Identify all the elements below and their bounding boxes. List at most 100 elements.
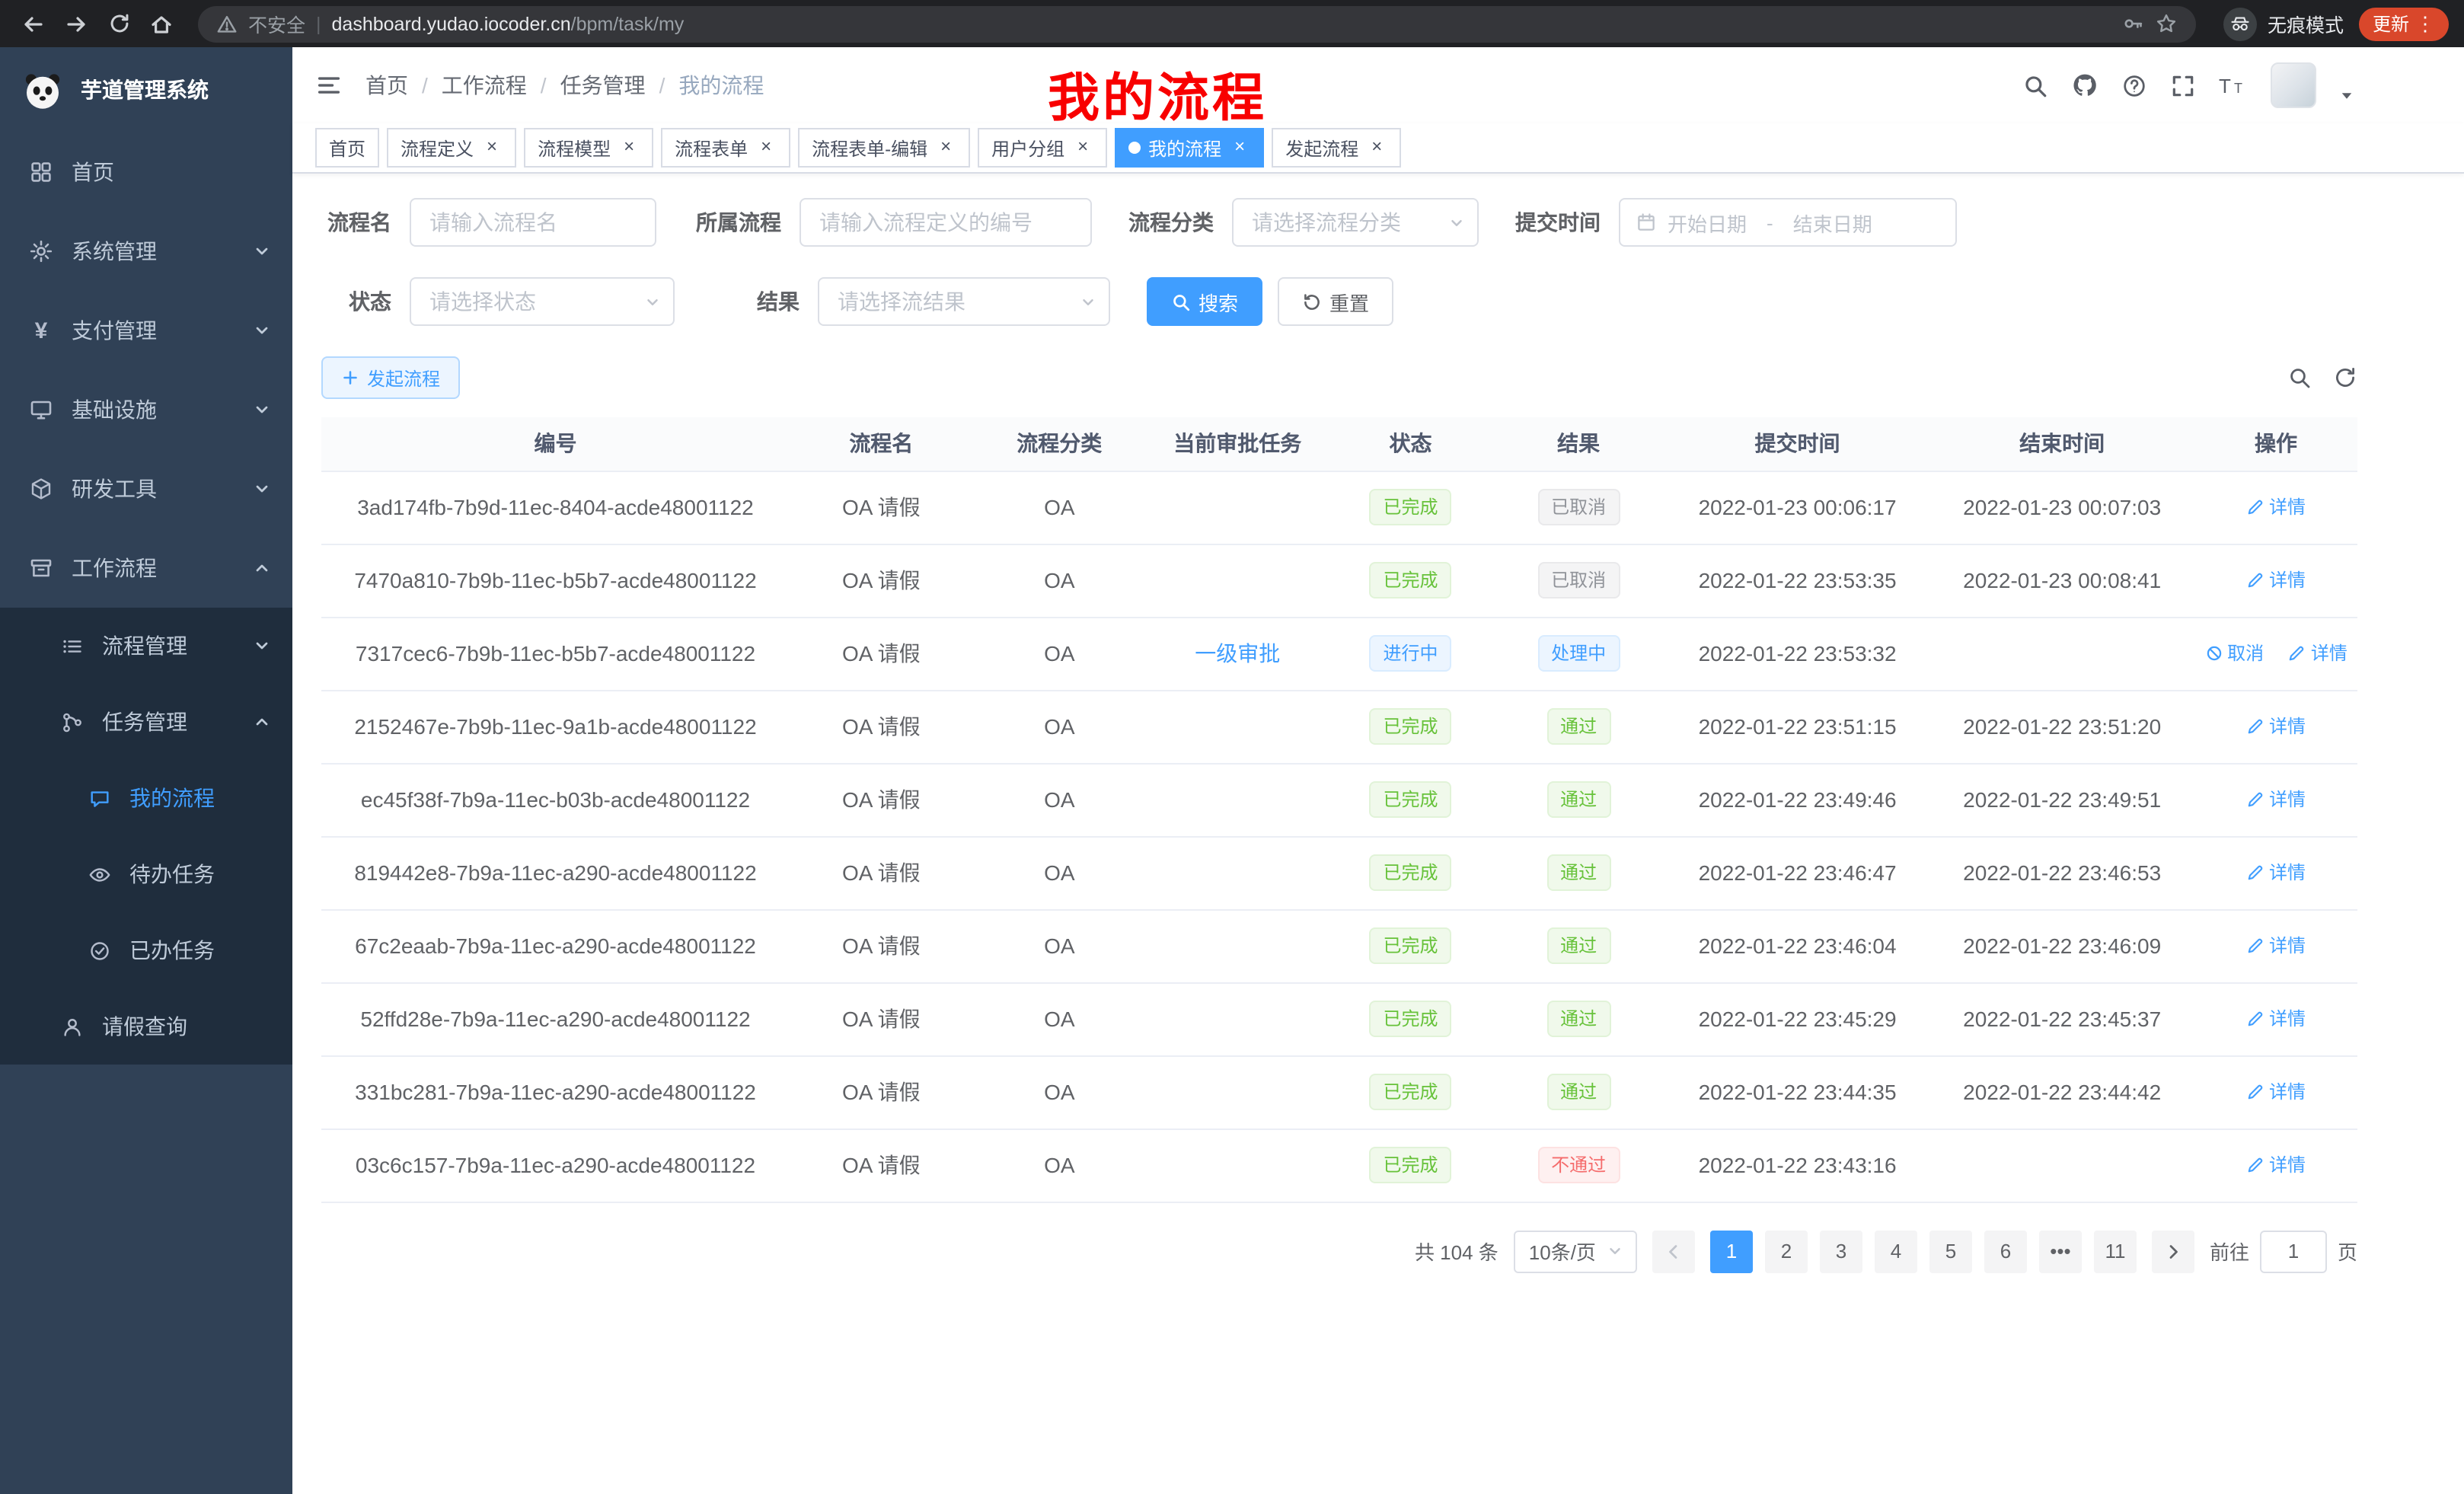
detail-action[interactable]: 详情 xyxy=(2288,640,2348,666)
sidebar-item-system[interactable]: 系统管理 xyxy=(0,212,292,291)
incognito-badge: 无痕模式 xyxy=(2223,7,2344,40)
sidebar-item-payment[interactable]: ¥ 支付管理 xyxy=(0,291,292,370)
page-button[interactable]: 3 xyxy=(1820,1230,1862,1272)
caret-down-icon[interactable] xyxy=(2339,88,2354,104)
detail-action[interactable]: 详情 xyxy=(2246,713,2306,739)
forward-icon[interactable] xyxy=(58,5,94,42)
hamburger-icon[interactable] xyxy=(315,72,343,99)
category-select[interactable]: 请选择流程分类 xyxy=(1232,198,1479,247)
detail-action[interactable]: 详情 xyxy=(2246,1152,2306,1178)
tab[interactable]: 用户分组 × xyxy=(978,128,1107,168)
date-range-picker[interactable]: 开始日期 - 结束日期 xyxy=(1619,198,1957,247)
warning-icon[interactable] xyxy=(216,13,238,34)
sidebar-item-my-process[interactable]: 我的流程 xyxy=(0,760,292,836)
back-icon[interactable] xyxy=(15,5,52,42)
cancel-action[interactable]: 取消 xyxy=(2204,640,2264,666)
detail-action[interactable]: 详情 xyxy=(2246,494,2306,520)
tab[interactable]: 流程表单 × xyxy=(661,128,790,168)
cell-current-task xyxy=(1146,763,1329,836)
show-search-icon[interactable] xyxy=(2287,366,2312,390)
tab[interactable]: 流程表单-编辑 × xyxy=(798,128,970,168)
search-icon[interactable] xyxy=(2022,72,2048,98)
sidebar-item-task-mgmt[interactable]: 任务管理 xyxy=(0,684,292,760)
detail-action[interactable]: 详情 xyxy=(2246,933,2306,959)
page-button[interactable]: ••• xyxy=(2039,1230,2082,1272)
sidebar-item-devtools[interactable]: 研发工具 xyxy=(0,449,292,528)
page-button[interactable]: 5 xyxy=(1929,1230,1972,1272)
sidebar-item-home[interactable]: 首页 xyxy=(0,132,292,212)
detail-action[interactable]: 详情 xyxy=(2246,787,2306,812)
key-icon[interactable] xyxy=(2121,12,2144,35)
page-button[interactable]: 6 xyxy=(1984,1230,2027,1272)
breadcrumb-item[interactable]: 工作流程 xyxy=(442,70,527,101)
fullscreen-icon[interactable] xyxy=(2170,72,2196,98)
page-button[interactable]: 1 xyxy=(1710,1230,1753,1272)
process-name-input[interactable] xyxy=(410,198,656,247)
close-icon[interactable]: × xyxy=(755,137,777,158)
tab[interactable]: 流程定义 × xyxy=(387,128,516,168)
sidebar-item-leave-query[interactable]: 请假查询 xyxy=(0,988,292,1065)
breadcrumb-item[interactable]: 首页 xyxy=(365,70,408,101)
reset-button[interactable]: 重置 xyxy=(1278,277,1393,326)
home-icon[interactable] xyxy=(143,5,180,42)
detail-action[interactable]: 详情 xyxy=(2246,567,2306,593)
refresh-table-icon[interactable] xyxy=(2333,366,2357,390)
avatar[interactable] xyxy=(2271,62,2316,108)
tab[interactable]: 我的流程 × xyxy=(1115,128,1264,168)
sidebar-item-process-mgmt[interactable]: 流程管理 xyxy=(0,608,292,684)
status-badge: 已完成 xyxy=(1370,1001,1452,1037)
status-select[interactable]: 请选择状态 xyxy=(410,277,675,326)
close-icon[interactable]: × xyxy=(1072,137,1093,158)
goto-label: 前往 xyxy=(2210,1237,2249,1266)
chevron-down-icon xyxy=(1448,214,1465,231)
sidebar-item-infra[interactable]: 基础设施 xyxy=(0,370,292,449)
url-text[interactable]: dashboard.yudao.iocoder.cn/bpm/task/my xyxy=(332,13,685,34)
cell-current-task xyxy=(1146,909,1329,982)
next-page-button[interactable] xyxy=(2152,1230,2194,1272)
app-logo[interactable]: 芋道管理系统 xyxy=(0,47,292,132)
result-select[interactable]: 请选择流结果 xyxy=(818,277,1110,326)
browser-menu-icon[interactable]: ⋮ xyxy=(2415,11,2435,36)
close-icon[interactable]: × xyxy=(618,137,640,158)
goto-page-input[interactable] xyxy=(2260,1230,2327,1272)
tab[interactable]: 发起流程 × xyxy=(1272,128,1401,168)
calendar-icon xyxy=(1636,212,1657,233)
search-button[interactable]: 搜索 xyxy=(1147,277,1262,326)
cell-actions: 详情 xyxy=(2194,1128,2357,1202)
result-badge: 通过 xyxy=(1546,1001,1610,1037)
sidebar-item-done-tasks[interactable]: 已办任务 xyxy=(0,912,292,988)
tab[interactable]: 流程模型 × xyxy=(524,128,653,168)
page-button[interactable]: 4 xyxy=(1875,1230,1917,1272)
address-bar[interactable]: 不安全 | dashboard.yudao.iocoder.cn/bpm/tas… xyxy=(198,5,2196,42)
create-process-button[interactable]: 发起流程 xyxy=(321,356,460,399)
total-count: 共 104 条 xyxy=(1415,1237,1499,1266)
page-button[interactable]: 2 xyxy=(1765,1230,1808,1272)
prev-page-button[interactable] xyxy=(1652,1230,1695,1272)
owner-process-input[interactable] xyxy=(800,198,1092,247)
detail-action[interactable]: 详情 xyxy=(2246,860,2306,886)
reload-icon[interactable] xyxy=(101,5,137,42)
current-task-link[interactable]: 一级审批 xyxy=(1195,641,1280,666)
breadcrumb-item[interactable]: 任务管理 xyxy=(560,70,646,101)
sidebar-item-todo-tasks[interactable]: 待办任务 xyxy=(0,836,292,912)
page-button[interactable]: 11 xyxy=(2094,1230,2137,1272)
close-icon[interactable]: × xyxy=(481,137,503,158)
chevron-down-icon xyxy=(253,321,271,340)
sidebar-item-workflow[interactable]: 工作流程 xyxy=(0,528,292,608)
sidebar-menu: 首页 系统管理 ¥ 支付管理 基础设施 xyxy=(0,132,292,1065)
column-header: 结果 xyxy=(1492,417,1665,471)
detail-action[interactable]: 详情 xyxy=(2246,1079,2306,1105)
tab[interactable]: 首页 xyxy=(315,128,379,168)
font-size-icon[interactable]: TT xyxy=(2219,72,2248,98)
close-icon[interactable]: × xyxy=(1366,137,1387,158)
detail-action[interactable]: 详情 xyxy=(2246,1006,2306,1032)
close-icon[interactable]: × xyxy=(935,137,956,158)
close-icon[interactable]: × xyxy=(1229,137,1250,158)
page-size-select[interactable]: 10条/页 xyxy=(1514,1230,1637,1272)
cell-submit-time: 2022-01-22 23:45:29 xyxy=(1665,982,1930,1055)
update-button[interactable]: 更新 ⋮ xyxy=(2359,7,2449,40)
bookmark-star-icon[interactable] xyxy=(2155,12,2178,35)
help-icon[interactable] xyxy=(2121,72,2147,98)
github-icon[interactable] xyxy=(2071,72,2099,99)
security-label[interactable]: 不安全 xyxy=(248,9,305,38)
